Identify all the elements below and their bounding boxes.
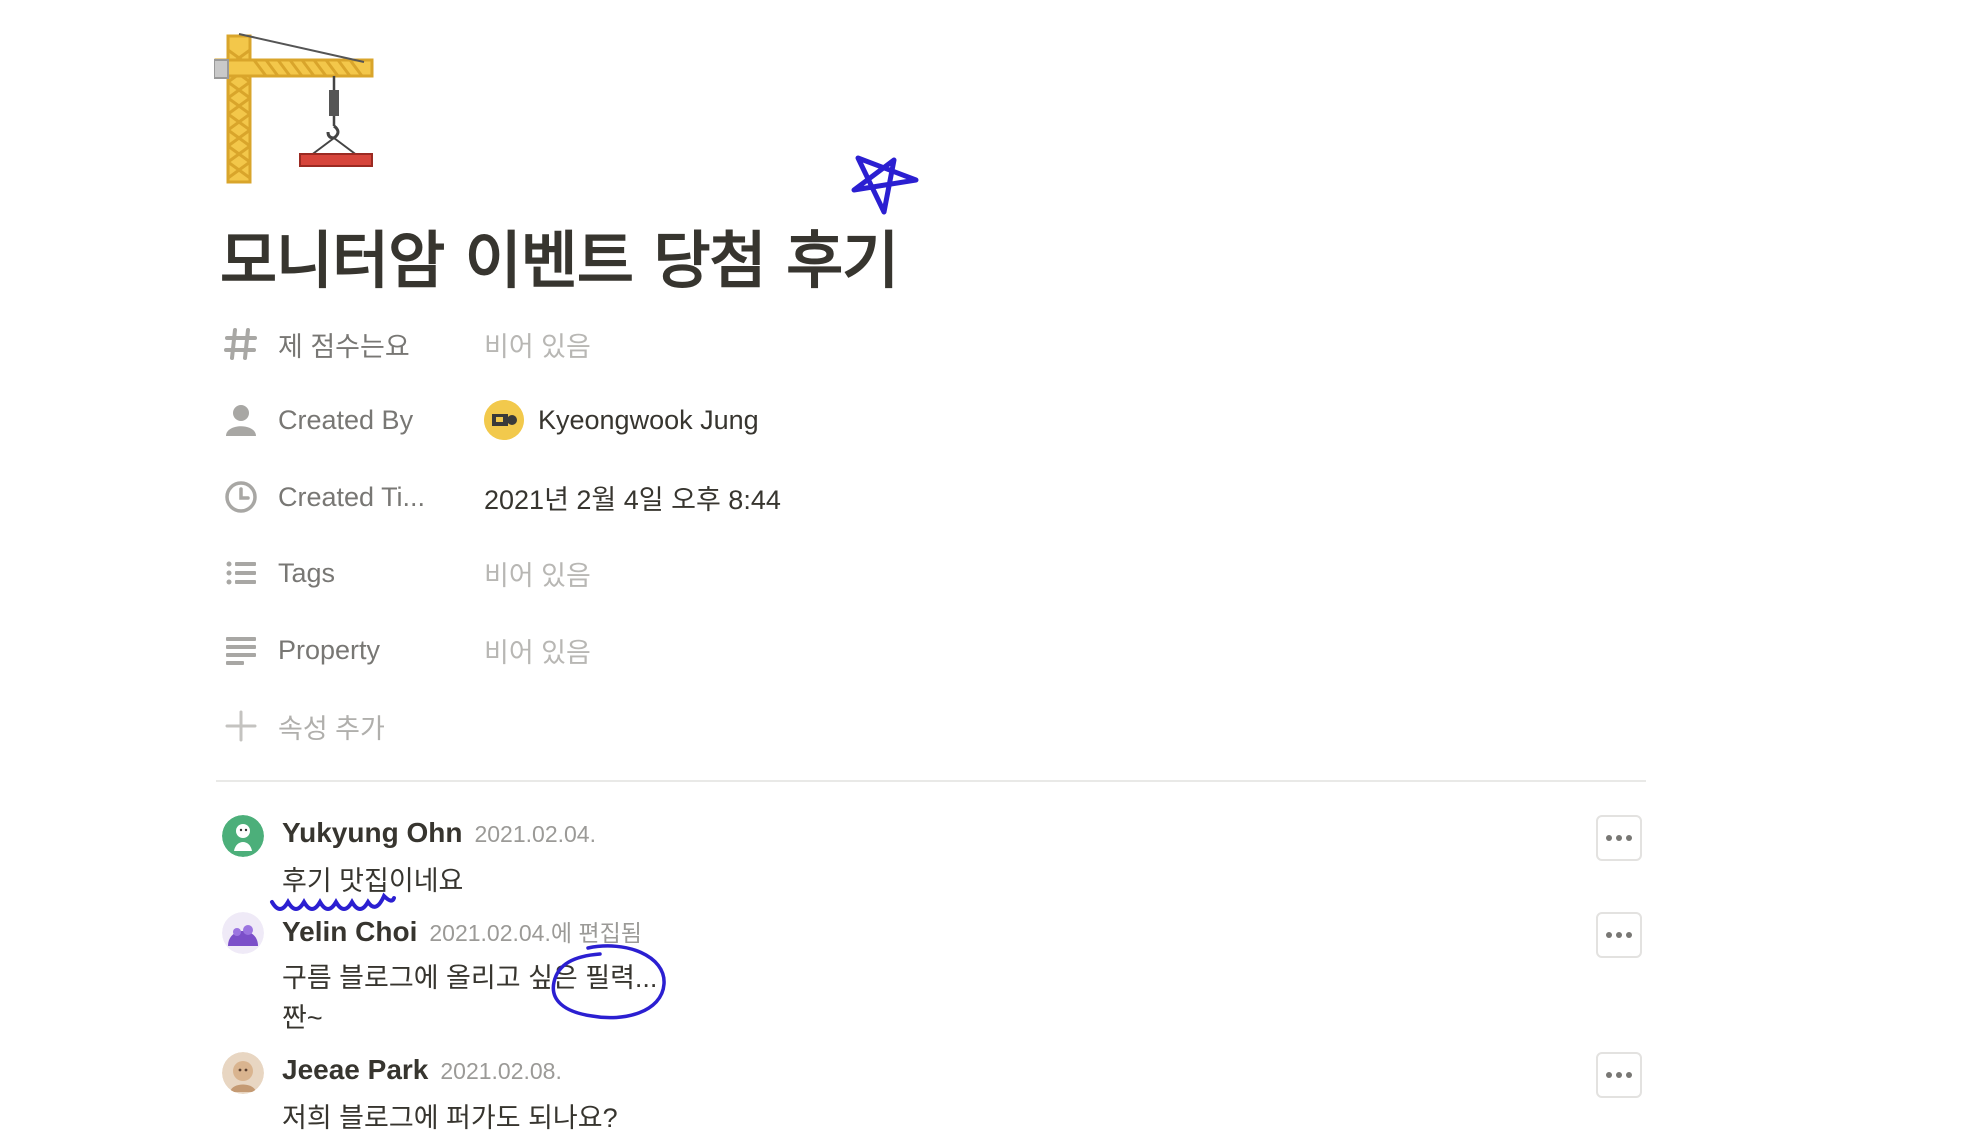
property-label: 제 점수는요	[278, 331, 410, 362]
list-icon	[222, 554, 260, 592]
add-property-button[interactable]: 속성 추가	[222, 704, 1222, 748]
plus-icon	[222, 707, 260, 745]
comment-author[interactable]: Yelin Choi	[282, 916, 417, 948]
property-label: Created Ti...	[278, 481, 426, 512]
property-row-property[interactable]: Property 비어 있음	[222, 628, 1222, 672]
more-dots-icon	[1606, 835, 1632, 841]
property-label: Tags	[278, 557, 336, 588]
comment-text: 저희 블로그에 퍼가도 되나요?	[282, 1103, 618, 1133]
avatar	[222, 912, 264, 954]
avatar	[222, 815, 264, 857]
text-lines-icon	[222, 631, 260, 669]
property-value[interactable]: 비어 있음	[484, 325, 591, 364]
comment-timestamp: 2021.02.04.	[474, 821, 596, 847]
comment-text: 후기 맛집이네요	[282, 866, 464, 896]
property-label: Created By	[278, 404, 414, 435]
property-row-tags[interactable]: Tags 비어 있음	[222, 551, 1222, 595]
divider	[216, 780, 1646, 782]
page-title[interactable]: 모니터암 이벤트 당첨 후기	[220, 210, 899, 300]
comment-header: Yukyung Ohn 2021.02.04.	[282, 817, 596, 849]
property-value[interactable]: 비어 있음	[484, 554, 591, 593]
comment-author[interactable]: Jeeae Park	[282, 1054, 428, 1086]
property-row-created-by[interactable]: Created By Kyeongwook Jung	[222, 398, 1222, 442]
more-dots-icon	[1606, 1072, 1632, 1078]
property-label: Property	[278, 634, 381, 665]
comment-header: Yelin Choi 2021.02.04.에 편집됨	[282, 914, 642, 948]
avatar	[222, 1052, 264, 1094]
comment-header: Jeeae Park 2021.02.08.	[282, 1054, 562, 1086]
property-value[interactable]: 2021년 2월 4일 오후 8:44	[484, 478, 781, 517]
avatar	[484, 400, 524, 440]
property-value[interactable]: Kyeongwook Jung	[484, 400, 759, 440]
comment-more-button[interactable]	[1596, 1052, 1642, 1098]
comment-item: Yelin Choi 2021.02.04.에 편집됨 구름 블로그에 올리고 …	[222, 912, 1642, 1042]
star-doodle	[851, 155, 919, 215]
comment-timestamp: 2021.02.08.	[440, 1058, 562, 1084]
created-by-name: Kyeongwook Jung	[538, 404, 759, 435]
clock-icon	[222, 478, 260, 516]
comment-item: Yukyung Ohn 2021.02.04. 후기 맛집이네요	[222, 815, 1642, 896]
add-property-label: 속성 추가	[278, 713, 385, 744]
person-icon	[222, 401, 260, 439]
more-dots-icon	[1606, 932, 1632, 938]
comment-text: 짠~	[282, 1003, 323, 1033]
construction-crane-icon[interactable]	[213, 30, 374, 186]
comment-text: 구름 블로그에 올리고 싶은 필력...	[282, 963, 658, 993]
property-row-score[interactable]: 제 점수는요 비어 있음	[222, 322, 1222, 366]
property-value[interactable]: 비어 있음	[484, 631, 591, 670]
property-row-created-time[interactable]: Created Ti... 2021년 2월 4일 오후 8:44	[222, 475, 1222, 519]
comment-more-button[interactable]	[1596, 912, 1642, 958]
comment-author[interactable]: Yukyung Ohn	[282, 817, 462, 849]
comment-item: Jeeae Park 2021.02.08. 저희 블로그에 퍼가도 되나요?	[222, 1052, 1642, 1136]
hash-icon	[222, 325, 260, 363]
comment-more-button[interactable]	[1596, 815, 1642, 861]
comment-timestamp: 2021.02.04.에 편집됨	[429, 920, 642, 946]
